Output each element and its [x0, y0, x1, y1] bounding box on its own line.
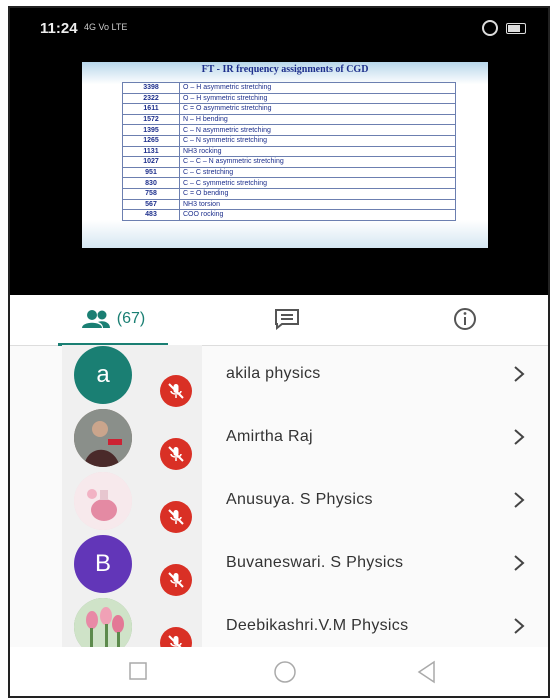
- participant-count: (67): [116, 310, 146, 327]
- participant-name: Anusuya. S Physics: [226, 491, 373, 508]
- assignment-cell: C = O bending: [179, 187, 456, 200]
- perfume-photo-avatar: [74, 472, 132, 530]
- person-photo-avatar: [74, 409, 132, 467]
- participant-name: akila physics: [226, 365, 321, 382]
- avatar: B: [74, 535, 132, 593]
- ir-table-row: 758 C = O bending: [122, 187, 456, 200]
- presentation-slide: FT - IR frequency assignments of CGD 339…: [82, 62, 488, 248]
- mic-muted-icon: [160, 438, 192, 470]
- battery-icon: [506, 23, 526, 34]
- tab-chat[interactable]: [262, 295, 312, 343]
- chevron-right-icon[interactable]: [512, 365, 526, 388]
- phone-screen: 11:24 4G Vo LTE FT - IR frequency assign…: [8, 6, 550, 698]
- wavenumber-cell: 1131: [122, 145, 180, 158]
- chevron-right-icon[interactable]: [512, 491, 526, 514]
- wavenumber-cell: 1395: [122, 124, 180, 136]
- participant-name: Amirtha Raj: [226, 428, 313, 445]
- assignment-cell: O – H symmetric stretching: [179, 92, 456, 105]
- participant-row[interactable]: B Buvaneswari. S Physics: [10, 534, 548, 597]
- alarm-icon: [482, 20, 498, 36]
- chevron-right-icon[interactable]: [512, 428, 526, 451]
- participant-row[interactable]: a akila physics: [10, 345, 548, 408]
- ir-table-row: 2322 O – H symmetric stretching: [122, 92, 456, 105]
- assignment-cell: NH3 torsion: [179, 198, 456, 211]
- wavenumber-cell: 758: [122, 187, 180, 200]
- wavenumber-cell: 2322: [122, 92, 180, 105]
- android-nav-bar: [10, 647, 548, 696]
- assignment-cell: C – C symmetric stretching: [179, 177, 456, 189]
- assignment-cell: COO rocking: [179, 209, 456, 221]
- ir-table-row: 567 NH3 torsion: [122, 198, 456, 211]
- recents-icon[interactable]: [126, 659, 150, 683]
- chevron-right-icon[interactable]: [512, 554, 526, 577]
- ir-table-row: 951 C – C stretching: [122, 166, 456, 179]
- network-indicator: 4G Vo LTE: [84, 22, 128, 32]
- assignment-cell: C – C – N asymmetric stretching: [179, 156, 456, 168]
- assignment-cell: N – H bending: [179, 113, 456, 126]
- ir-table-row: 1265 C – N symmetric stretching: [122, 134, 456, 147]
- assignment-cell: C = O asymmetric stretching: [179, 103, 456, 115]
- wavenumber-cell: 483: [122, 209, 180, 221]
- wavenumber-cell: 567: [122, 198, 180, 211]
- people-icon: [81, 310, 110, 328]
- participant-row[interactable]: Amirtha Raj: [10, 408, 548, 471]
- assignment-cell: O – H asymmetric stretching: [179, 82, 456, 94]
- status-bar: 11:24 4G Vo LTE: [10, 8, 548, 44]
- assignment-cell: C – C stretching: [179, 166, 456, 179]
- chevron-right-icon[interactable]: [512, 617, 526, 640]
- mic-muted-icon: [160, 564, 192, 596]
- wavenumber-cell: 1572: [122, 113, 180, 126]
- ir-table-row: 1131 NH3 rocking: [122, 145, 456, 158]
- wavenumber-cell: 951: [122, 166, 180, 179]
- participants-panel: (67) a akila physics Amirtha Raj Anusuya. S…: [10, 295, 548, 696]
- wavenumber-cell: 830: [122, 177, 180, 189]
- tab-people[interactable]: (67): [58, 295, 168, 346]
- mic-muted-icon: [160, 375, 192, 407]
- ir-table-row: 3398 O – H asymmetric stretching: [122, 82, 456, 94]
- ir-table-row: 1027 C – C – N asymmetric stretching: [122, 156, 456, 168]
- ir-table-row: 830 C – C symmetric stretching: [122, 177, 456, 189]
- ir-table-row: 1572 N – H bending: [122, 113, 456, 126]
- back-icon[interactable]: [414, 659, 440, 685]
- avatar: a: [74, 346, 132, 404]
- ir-table-row: 1611 C = O asymmetric stretching: [122, 103, 456, 115]
- assignment-cell: C – N symmetric stretching: [179, 134, 456, 147]
- slide-title: FT - IR frequency assignments of CGD: [201, 64, 369, 75]
- ir-table-row: 1395 C – N asymmetric stretching: [122, 124, 456, 136]
- wavenumber-cell: 1611: [122, 103, 180, 115]
- panel-tabs: (67): [10, 295, 548, 346]
- wavenumber-cell: 3398: [122, 82, 180, 94]
- assignment-cell: C – N asymmetric stretching: [179, 124, 456, 136]
- chat-icon: [275, 309, 299, 330]
- ir-frequency-table: 3398 O – H asymmetric stretching 2322 O – H…: [122, 82, 456, 221]
- info-icon: [454, 308, 476, 330]
- wavenumber-cell: 1265: [122, 134, 180, 147]
- participant-row[interactable]: Anusuya. S Physics: [10, 471, 548, 534]
- wavenumber-cell: 1027: [122, 156, 180, 168]
- ir-table-row: 483 COO rocking: [122, 209, 456, 221]
- status-time: 11:24: [40, 20, 78, 37]
- tab-info[interactable]: [440, 295, 490, 343]
- assignment-cell: NH3 rocking: [179, 145, 456, 158]
- mic-muted-icon: [160, 501, 192, 533]
- home-icon[interactable]: [272, 659, 298, 685]
- participant-name: Deebikashri.V.M Physics: [226, 617, 409, 634]
- participant-name: Buvaneswari. S Physics: [226, 554, 404, 571]
